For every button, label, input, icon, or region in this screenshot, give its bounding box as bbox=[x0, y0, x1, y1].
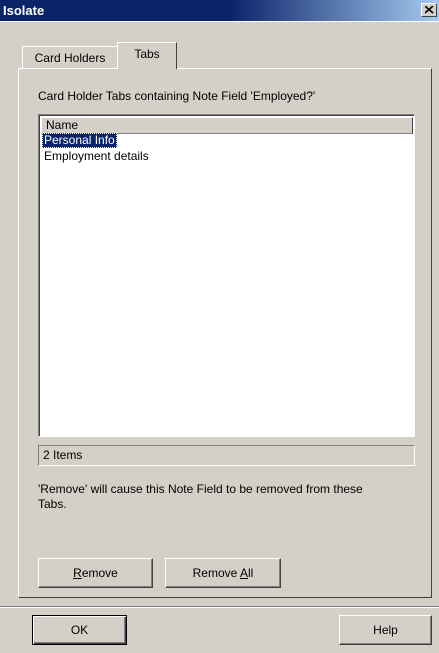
tabs-list[interactable]: Name Personal Info Employment details bbox=[38, 114, 415, 437]
item-count-status: 2 Items bbox=[38, 445, 415, 466]
tab-tabs[interactable]: Tabs bbox=[117, 42, 177, 69]
column-header-name[interactable]: Name bbox=[41, 117, 413, 134]
ok-button[interactable]: OK bbox=[32, 615, 127, 645]
remove-all-button[interactable]: Remove All bbox=[165, 558, 281, 588]
panel-heading: Card Holder Tabs containing Note Field '… bbox=[38, 89, 316, 103]
help-button[interactable]: Help bbox=[339, 615, 432, 645]
list-item[interactable]: Personal Info bbox=[42, 133, 117, 148]
remove-all-label-pre: Remove bbox=[192, 566, 240, 580]
remove-note: 'Remove' will cause this Note Field to b… bbox=[38, 482, 363, 511]
remove-label-post: emove bbox=[81, 566, 118, 580]
remove-all-label-post: ll bbox=[248, 566, 254, 580]
window-title: Isolate bbox=[3, 3, 45, 18]
close-button[interactable] bbox=[421, 3, 437, 17]
footer-separator bbox=[0, 606, 439, 608]
title-bar: Isolate bbox=[0, 0, 439, 22]
remove-label-key: R bbox=[73, 566, 82, 580]
close-icon bbox=[425, 6, 434, 14]
tab-card-holders[interactable]: Card Holders bbox=[22, 46, 118, 68]
remove-button[interactable]: Remove bbox=[38, 558, 153, 588]
remove-all-label-key: A bbox=[240, 566, 249, 580]
list-item[interactable]: Employment details bbox=[42, 149, 151, 164]
